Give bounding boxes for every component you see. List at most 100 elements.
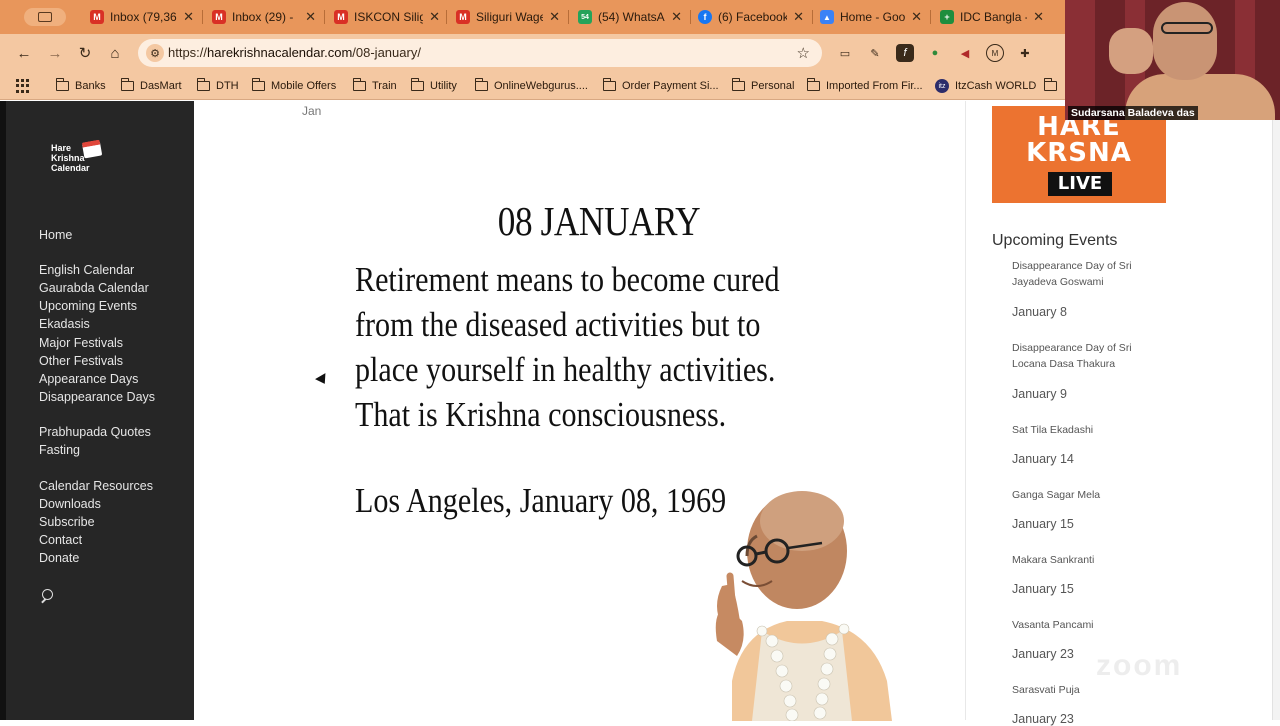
breadcrumb[interactable]: Jan — [302, 104, 321, 118]
quote-source: Los Angeles, January 08, 1969 — [355, 481, 727, 520]
bookmark-folder[interactable]: DasMart — [121, 78, 182, 94]
cast-icon[interactable]: ▭ — [836, 44, 854, 62]
home-icon[interactable]: ⌂ — [104, 42, 126, 64]
folder-icon — [56, 78, 69, 91]
facebook-icon: f — [698, 10, 712, 24]
quote-line: That is Krishna consciousness. — [355, 395, 727, 434]
bookmark-folder[interactable]: Utility — [411, 78, 457, 94]
event-date: January 15 — [1012, 582, 1074, 596]
eyedropper-extension-icon[interactable]: ✎ — [866, 44, 884, 62]
sidebar-link-appearance-days[interactable]: Appearance Days — [39, 372, 138, 386]
reload-icon[interactable]: ↻ — [74, 42, 96, 64]
url-host: harekrishnacalendar.com — [207, 45, 353, 60]
tab-gmail-1[interactable]: M Inbox (79,36 ✕ — [90, 4, 194, 30]
quote-line: Retirement means to become cured — [355, 260, 780, 299]
bookmark-label: Banks — [75, 80, 106, 92]
forward-arrow-icon[interactable]: → — [44, 42, 66, 64]
bookmark-folder[interactable]: Banks — [56, 78, 106, 94]
search-icon[interactable] — [39, 589, 53, 605]
tab-gmail-2[interactable]: M Inbox (29) - ✕ — [212, 4, 316, 30]
site-settings-icon[interactable]: ⚙ — [146, 44, 164, 62]
sidebar-link-gaurabda-calendar[interactable]: Gaurabda Calendar — [39, 281, 149, 295]
sidebar-link-other-festivals[interactable]: Other Festivals — [39, 354, 123, 368]
event-link[interactable]: Disappearance Day of Sri Jayadeva Goswam… — [1012, 258, 1152, 290]
close-tab-icon[interactable]: ✕ — [1033, 9, 1044, 25]
back-arrow-icon[interactable]: ← — [13, 42, 35, 64]
site-logo[interactable]: Hare Krishna Calendar — [51, 139, 107, 179]
sidebar-link-disappearance-days[interactable]: Disappearance Days — [39, 390, 155, 404]
bookmark-folder[interactable]: Personal — [732, 78, 794, 94]
tab-title: ISKCON Silig — [354, 10, 424, 24]
extension-badge-icon[interactable]: M — [986, 44, 1004, 62]
close-tab-icon[interactable]: ✕ — [793, 9, 804, 25]
bookmark-folder-overflow[interactable] — [1044, 78, 1057, 94]
event-link[interactable]: Makara Sankranti — [1012, 552, 1152, 568]
quote-line: place yourself in healthy activities. — [355, 350, 776, 389]
close-tab-icon[interactable]: ✕ — [429, 9, 440, 25]
tab-facebook[interactable]: f (6) Facebook ✕ — [698, 4, 804, 30]
webcam-video-feed — [1065, 0, 1280, 120]
tab-gmail-3[interactable]: M ISKCON Silig ✕ — [334, 4, 440, 30]
sidebar-link-calendar-resources[interactable]: Calendar Resources — [39, 479, 153, 493]
tab-google-sheets[interactable]: + IDC Bangla - ✕ — [940, 4, 1044, 30]
megaphone-extension-icon[interactable]: ◀ — [956, 44, 974, 62]
tab-gmail-4[interactable]: M Siliguri Wage ✕ — [456, 4, 560, 30]
bookmark-label: Train — [372, 80, 397, 92]
address-bar[interactable]: ⚙ https://harekrishnacalendar.com/08-jan… — [138, 39, 822, 67]
bookmark-label: Mobile Offers — [271, 80, 337, 92]
event-link[interactable]: Disappearance Day of Sri Locana Dasa Tha… — [1012, 340, 1152, 372]
sidebar-link-subscribe[interactable]: Subscribe — [39, 515, 95, 529]
tab-whatsapp[interactable]: 54 (54) WhatsA ✕ — [578, 4, 682, 30]
bookmark-folder[interactable]: Train — [353, 78, 397, 94]
bookmark-folder[interactable]: OnlineWebgurus.... — [475, 78, 588, 94]
font-extension-icon[interactable]: f — [896, 44, 914, 62]
calendar-logo-icon — [81, 139, 103, 159]
hare-krsna-live-banner[interactable]: HARE KRSNA LIVE — [992, 106, 1166, 203]
bookmark-itzcash[interactable]: itz ItzCash WORLD — [935, 78, 1036, 94]
close-tab-icon[interactable]: ✕ — [183, 9, 194, 25]
tab-search-button[interactable] — [24, 8, 66, 26]
event-link[interactable]: Ganga Sagar Mela — [1012, 487, 1152, 503]
bookmark-folder[interactable]: Order Payment Si... — [603, 78, 719, 94]
tab-google-drive[interactable]: ▲ Home - Goo ✕ — [820, 4, 922, 30]
gmail-icon: M — [90, 10, 104, 24]
bookmark-folder[interactable]: DTH — [197, 78, 239, 94]
bookmark-star-icon[interactable]: ☆ — [797, 44, 810, 62]
event-date: January 23 — [1012, 647, 1074, 661]
page-title: 08 JANUARY — [497, 198, 701, 244]
folder-icon — [121, 78, 134, 91]
right-sidebar: HARE KRSNA LIVE Upcoming Events Disappea… — [965, 101, 1272, 726]
site-sidebar: Hare Krishna Calendar Home English Calendar… — [6, 101, 194, 720]
sidebar-link-prabhupada-quotes[interactable]: Prabhupada Quotes — [39, 425, 151, 439]
sidebar-link-ekadasis[interactable]: Ekadasis — [39, 317, 90, 331]
sidebar-link-home[interactable]: Home — [39, 228, 72, 242]
page-scrollbar[interactable] — [1272, 101, 1280, 720]
close-tab-icon[interactable]: ✕ — [671, 9, 682, 25]
event-date: January 9 — [1012, 387, 1067, 401]
whatsapp-icon: 54 — [578, 10, 592, 24]
bookmark-folder[interactable]: Imported From Fir... — [807, 78, 923, 94]
gmail-icon: M — [212, 10, 226, 24]
sidebar-link-fasting[interactable]: Fasting — [39, 443, 80, 457]
bookmark-folder[interactable]: Mobile Offers — [252, 78, 336, 94]
sidebar-link-major-festivals[interactable]: Major Festivals — [39, 336, 123, 350]
sidebar-link-donate[interactable]: Donate — [39, 551, 79, 565]
bookmark-label: DasMart — [140, 80, 182, 92]
event-link[interactable]: Sarasvati Puja — [1012, 682, 1152, 698]
close-tab-icon[interactable]: ✕ — [305, 9, 316, 25]
bookmark-label: Order Payment Si... — [622, 80, 719, 92]
apps-grid-icon[interactable] — [16, 79, 30, 93]
close-tab-icon[interactable]: ✕ — [911, 9, 922, 25]
sidebar-link-downloads[interactable]: Downloads — [39, 497, 101, 511]
url-text[interactable]: https://harekrishnacalendar.com/08-janua… — [168, 45, 421, 60]
puzzle-extensions-icon[interactable]: ✚ — [1016, 44, 1034, 62]
event-link[interactable]: Sat Tila Ekadashi — [1012, 422, 1152, 438]
event-link[interactable]: Vasanta Pancami — [1012, 617, 1152, 633]
sidebar-link-english-calendar[interactable]: English Calendar — [39, 263, 134, 277]
sidebar-link-contact[interactable]: Contact — [39, 533, 82, 547]
close-tab-icon[interactable]: ✕ — [549, 9, 560, 25]
bookmark-label: Utility — [430, 80, 457, 92]
evernote-extension-icon[interactable]: ● — [926, 44, 944, 62]
sidebar-link-upcoming-events[interactable]: Upcoming Events — [39, 299, 137, 313]
bookmark-label: OnlineWebgurus.... — [494, 80, 588, 92]
